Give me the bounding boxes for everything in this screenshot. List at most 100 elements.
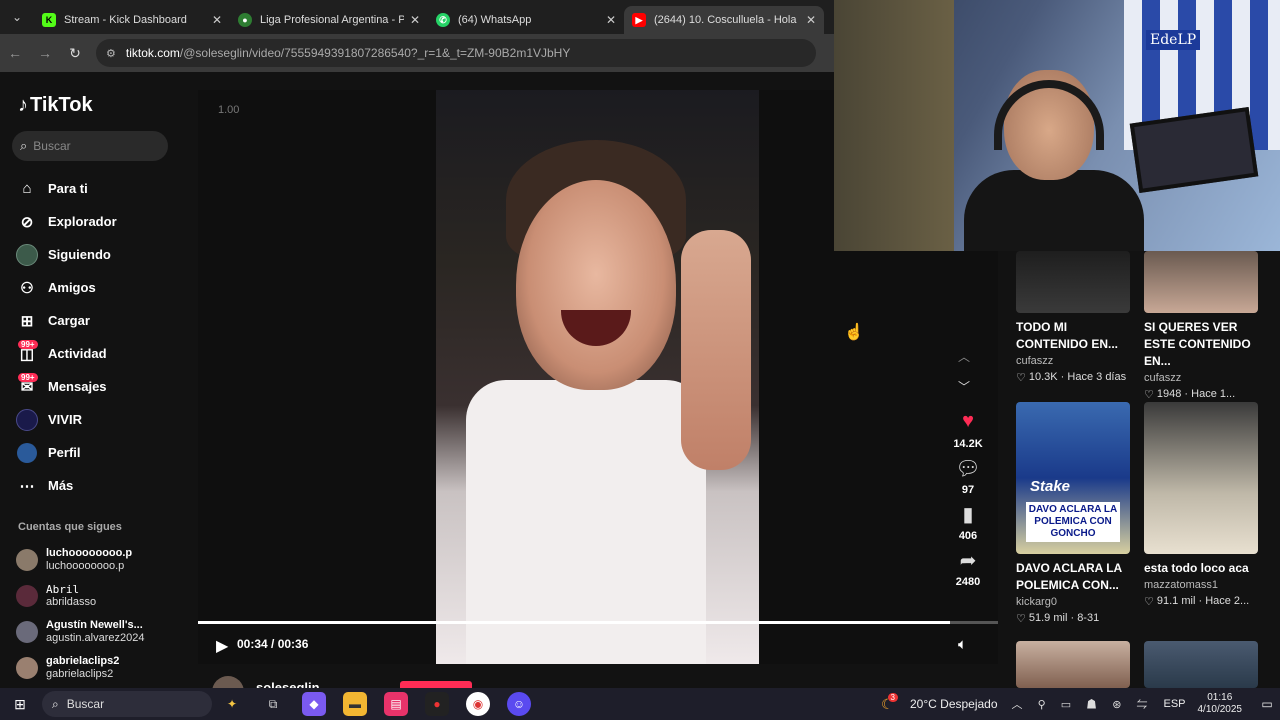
- app-icon[interactable]: ▤: [384, 692, 408, 716]
- following-item[interactable]: Agustín Newell's... agustin.alvarez2024: [16, 614, 144, 650]
- forward-icon[interactable]: →: [30, 45, 60, 61]
- sidebar-nav: ⌂ Para ti ⊘ Explorador Siguiendo ⚇ Amigo…: [16, 172, 117, 502]
- feed-user[interactable]: kickarg0: [1016, 596, 1130, 608]
- close-icon[interactable]: ✕: [410, 13, 420, 27]
- volume-icon[interactable]: 🔈︎: [958, 636, 967, 653]
- chrome-icon[interactable]: ◉: [466, 692, 490, 716]
- feed-thumbnail[interactable]: Stake DAVO ACLARA LA POLEMICA CON GONCHO: [1016, 402, 1130, 554]
- sidebar-item-explorador[interactable]: ⊘ Explorador: [16, 205, 117, 238]
- feed-card[interactable]: [1016, 641, 1130, 688]
- chevron-down-icon[interactable]: ﹀: [958, 378, 970, 395]
- notification-badge: 99+: [18, 372, 38, 382]
- tab-search-menu-icon[interactable]: ⌄: [0, 0, 34, 34]
- feed-thumbnail[interactable]: [1144, 251, 1258, 313]
- back-icon[interactable]: ←: [0, 45, 30, 61]
- search-input[interactable]: ⌕ Buscar: [12, 131, 168, 161]
- following-list: luchoooooooo.p luchoooooooo.p Abril abrild…: [16, 542, 144, 686]
- browser-tab-bar: ⌄ K Stream - Kick Dashboard ✕ ● Liga Pro…: [0, 0, 834, 34]
- close-icon[interactable]: ✕: [212, 13, 222, 27]
- avatar: [16, 621, 38, 643]
- feed-title: esta todo loco aca: [1144, 561, 1249, 575]
- like-button[interactable]: ♥ 14.2K: [948, 410, 988, 450]
- sidebar-item-label: Perfil: [48, 445, 81, 460]
- feed-thumbnail[interactable]: [1016, 641, 1130, 688]
- taskbar-search[interactable]: ⌕ Buscar: [42, 691, 212, 717]
- following-avatar-icon: [16, 243, 38, 266]
- save-button[interactable]: ▮ 406: [948, 502, 988, 542]
- comment-icon: 💬︎: [955, 458, 981, 480]
- system-tray: ☾ 3 20°C Despejado ︿ ⚲ ▭ ☗ ⊛ ⇋ ESP 01:16…: [881, 688, 1280, 720]
- feed-thumbnail[interactable]: [1144, 641, 1258, 688]
- sidebar-item-label: Cargar: [48, 313, 90, 328]
- close-icon[interactable]: ✕: [806, 13, 816, 27]
- sidebar-item-label: Actividad: [48, 346, 107, 361]
- following-item[interactable]: gabrielaclips2 gabrielaclips2: [16, 650, 144, 686]
- comment-button[interactable]: 💬︎ 97: [948, 456, 988, 496]
- following-item[interactable]: luchoooooooo.p luchoooooooo.p: [16, 542, 144, 578]
- copilot-sparkle-icon[interactable]: ✦: [220, 692, 244, 716]
- following-name: Agustín Newell's...: [46, 619, 143, 631]
- progress-bar[interactable]: [198, 621, 998, 624]
- clock[interactable]: 01:16 4/10/2025: [1198, 692, 1243, 716]
- feed-card[interactable]: SI QUERES VER ESTE CONTENIDO EN... cufas…: [1144, 251, 1258, 401]
- thumbnail-caption: DAVO ACLARA LA POLEMICA CON GONCHO: [1026, 502, 1120, 542]
- notification-icon[interactable]: ▭: [1254, 697, 1280, 711]
- sidebar-item-cargar[interactable]: ⊞ Cargar: [16, 304, 117, 337]
- close-icon[interactable]: ✕: [606, 13, 616, 27]
- feed-thumbnail[interactable]: [1016, 251, 1130, 313]
- tiktok-logo[interactable]: ♪ TikTok: [18, 94, 93, 117]
- sidebar: ♪ TikTok ⌕ Buscar ⌂ Para ti ⊘ Explorador…: [0, 72, 198, 688]
- weather-widget[interactable]: ☾ 3 20°C Despejado: [881, 692, 998, 713]
- site-settings-icon[interactable]: ⚙: [106, 47, 116, 60]
- sidebar-item-perfil[interactable]: Perfil: [16, 436, 117, 469]
- avatar: [16, 657, 38, 679]
- feed-user[interactable]: cufaszz: [1016, 355, 1130, 367]
- feed-card[interactable]: esta todo loco aca mazzatomass1 ♡ 91.1 mi…: [1144, 402, 1258, 608]
- weather-text: 20°C Despejado: [910, 697, 998, 711]
- sidebar-item-mensajes[interactable]: ✉ 99+ Mensajes: [16, 370, 117, 403]
- video-subject-face: [516, 180, 676, 390]
- task-view-icon[interactable]: ⧉: [261, 692, 285, 716]
- tab-kick[interactable]: K Stream - Kick Dashboard ✕: [34, 6, 230, 34]
- playback-speed[interactable]: 1.00: [218, 104, 239, 116]
- webcam-overlay: EdeLP: [834, 0, 1280, 251]
- feed-card[interactable]: [1144, 641, 1258, 688]
- sidebar-item-mas[interactable]: ⋯ Más: [16, 469, 117, 502]
- play-icon[interactable]: ▶: [216, 636, 228, 656]
- sidebar-item-vivir[interactable]: VIVIR: [16, 403, 117, 436]
- obs-icon[interactable]: ●: [425, 692, 449, 716]
- feed-user[interactable]: mazzatomass1: [1144, 579, 1258, 591]
- kick-icon: K: [42, 13, 56, 27]
- sidebar-item-amigos[interactable]: ⚇ Amigos: [16, 271, 117, 304]
- save-count: 406: [958, 530, 978, 542]
- windows-start-icon[interactable]: ⊞: [0, 696, 40, 713]
- tray-icons[interactable]: ︿ ⚲ ▭ ☗ ⊛ ⇋: [1012, 696, 1154, 712]
- sidebar-item-label: Mensajes: [48, 379, 107, 394]
- url-field[interactable]: ⚙ tiktok.com/@soleseglin/video/755594939…: [96, 39, 816, 67]
- feed-user[interactable]: cufaszz: [1144, 372, 1258, 384]
- share-button[interactable]: ➦ 2480: [948, 548, 988, 588]
- sidebar-item-siguiendo[interactable]: Siguiendo: [16, 238, 117, 271]
- heart-outline-icon: ♡: [1144, 389, 1154, 401]
- following-item[interactable]: Abril abrildasso: [16, 578, 144, 614]
- tab-whatsapp[interactable]: ✆ (64) WhatsApp ✕: [428, 6, 624, 34]
- address-bar: ← → ↻ ⚙ tiktok.com/@soleseglin/video/755…: [0, 34, 834, 72]
- copilot-icon[interactable]: ◆: [302, 692, 326, 716]
- feed-card[interactable]: Stake DAVO ACLARA LA POLEMICA CON GONCHO…: [1016, 402, 1130, 625]
- sidebar-item-para-ti[interactable]: ⌂ Para ti: [16, 172, 117, 205]
- discord-icon[interactable]: ☺: [507, 692, 531, 716]
- clock-time: 01:16: [1207, 692, 1233, 703]
- chevron-up-icon[interactable]: ︿: [958, 348, 970, 365]
- feed-thumbnail[interactable]: [1144, 402, 1258, 554]
- search-icon: ⌕: [52, 696, 59, 711]
- file-explorer-icon[interactable]: ▬: [343, 692, 367, 716]
- tab-title: (2644) 10. Cosculluela - Hola Be: [654, 14, 800, 26]
- video-subject-hand: [681, 230, 751, 470]
- sidebar-item-actividad[interactable]: ◫ 99+ Actividad: [16, 337, 117, 370]
- video-frame[interactable]: [436, 90, 759, 664]
- feed-card[interactable]: TODO MI CONTENIDO EN... cufaszz ♡ 10.3K ·…: [1016, 251, 1130, 384]
- tab-liga[interactable]: ● Liga Profesional Argentina - PC ✕: [230, 6, 428, 34]
- tab-youtube[interactable]: ▶ (2644) 10. Cosculluela - Hola Be ✕: [624, 6, 824, 34]
- reload-icon[interactable]: ↻: [60, 45, 90, 62]
- input-language[interactable]: ESP: [1163, 698, 1185, 710]
